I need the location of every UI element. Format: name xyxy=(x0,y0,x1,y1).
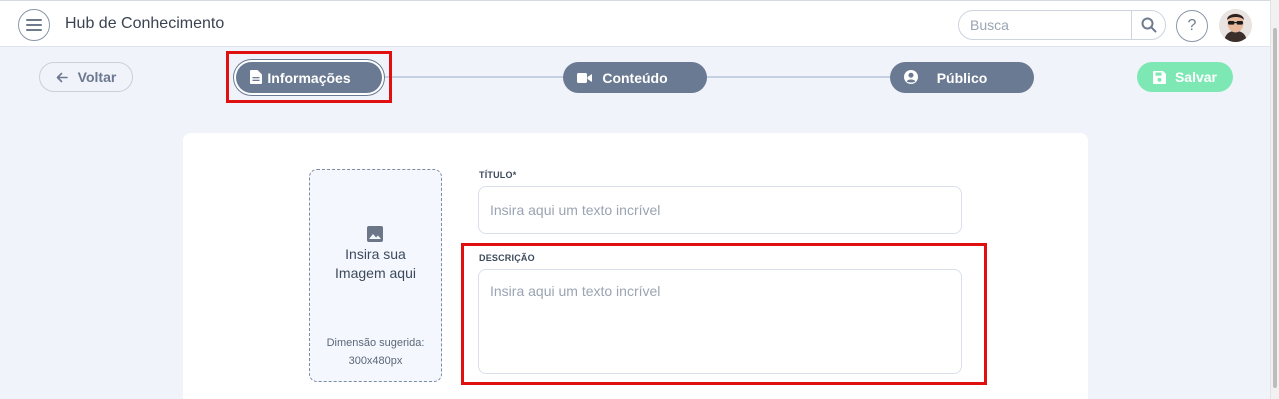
avatar[interactable] xyxy=(1219,9,1252,42)
menu-button[interactable] xyxy=(18,9,50,41)
user-circle-icon xyxy=(904,70,918,84)
hamburger-icon xyxy=(26,19,42,31)
back-button-label: Voltar xyxy=(77,69,117,85)
help-button[interactable]: ? xyxy=(1176,10,1208,42)
step-publico[interactable]: Público xyxy=(890,62,1034,93)
search-box xyxy=(958,10,1166,40)
top-bar: Hub de Conhecimento ? xyxy=(0,0,1270,47)
image-upload-area[interactable]: Insira sua Imagem aqui Dimensão sugerida… xyxy=(309,169,442,382)
user-avatar-image xyxy=(1219,9,1252,42)
question-mark-icon: ? xyxy=(1187,17,1197,34)
highlight-box-step xyxy=(226,51,392,103)
floppy-disk-icon xyxy=(1152,70,1166,84)
highlight-box-description xyxy=(461,243,987,385)
step-connector xyxy=(706,76,892,78)
save-button[interactable]: Salvar xyxy=(1137,62,1233,92)
step-connector xyxy=(383,76,565,78)
title-input[interactable] xyxy=(478,186,962,234)
search-input[interactable] xyxy=(959,11,1131,39)
scrollbar-thumb[interactable] xyxy=(1273,28,1277,388)
video-camera-icon xyxy=(577,73,592,83)
title-label: TÍTULO* xyxy=(479,170,517,180)
image-upload-hint: Dimensão sugerida: 300x480px xyxy=(326,337,425,367)
back-button[interactable]: Voltar xyxy=(39,62,133,92)
step-conteudo[interactable]: Conteúdo xyxy=(563,62,707,93)
page-scrollbar[interactable] xyxy=(1270,0,1279,399)
search-icon xyxy=(1141,17,1156,33)
search-button[interactable] xyxy=(1131,11,1165,39)
image-icon xyxy=(367,226,383,242)
image-upload-title: Insira sua Imagem aqui xyxy=(335,246,416,281)
save-button-label: Salvar xyxy=(1174,69,1218,85)
arrow-left-icon xyxy=(56,72,68,82)
app-title: Hub de Conhecimento xyxy=(65,15,225,32)
